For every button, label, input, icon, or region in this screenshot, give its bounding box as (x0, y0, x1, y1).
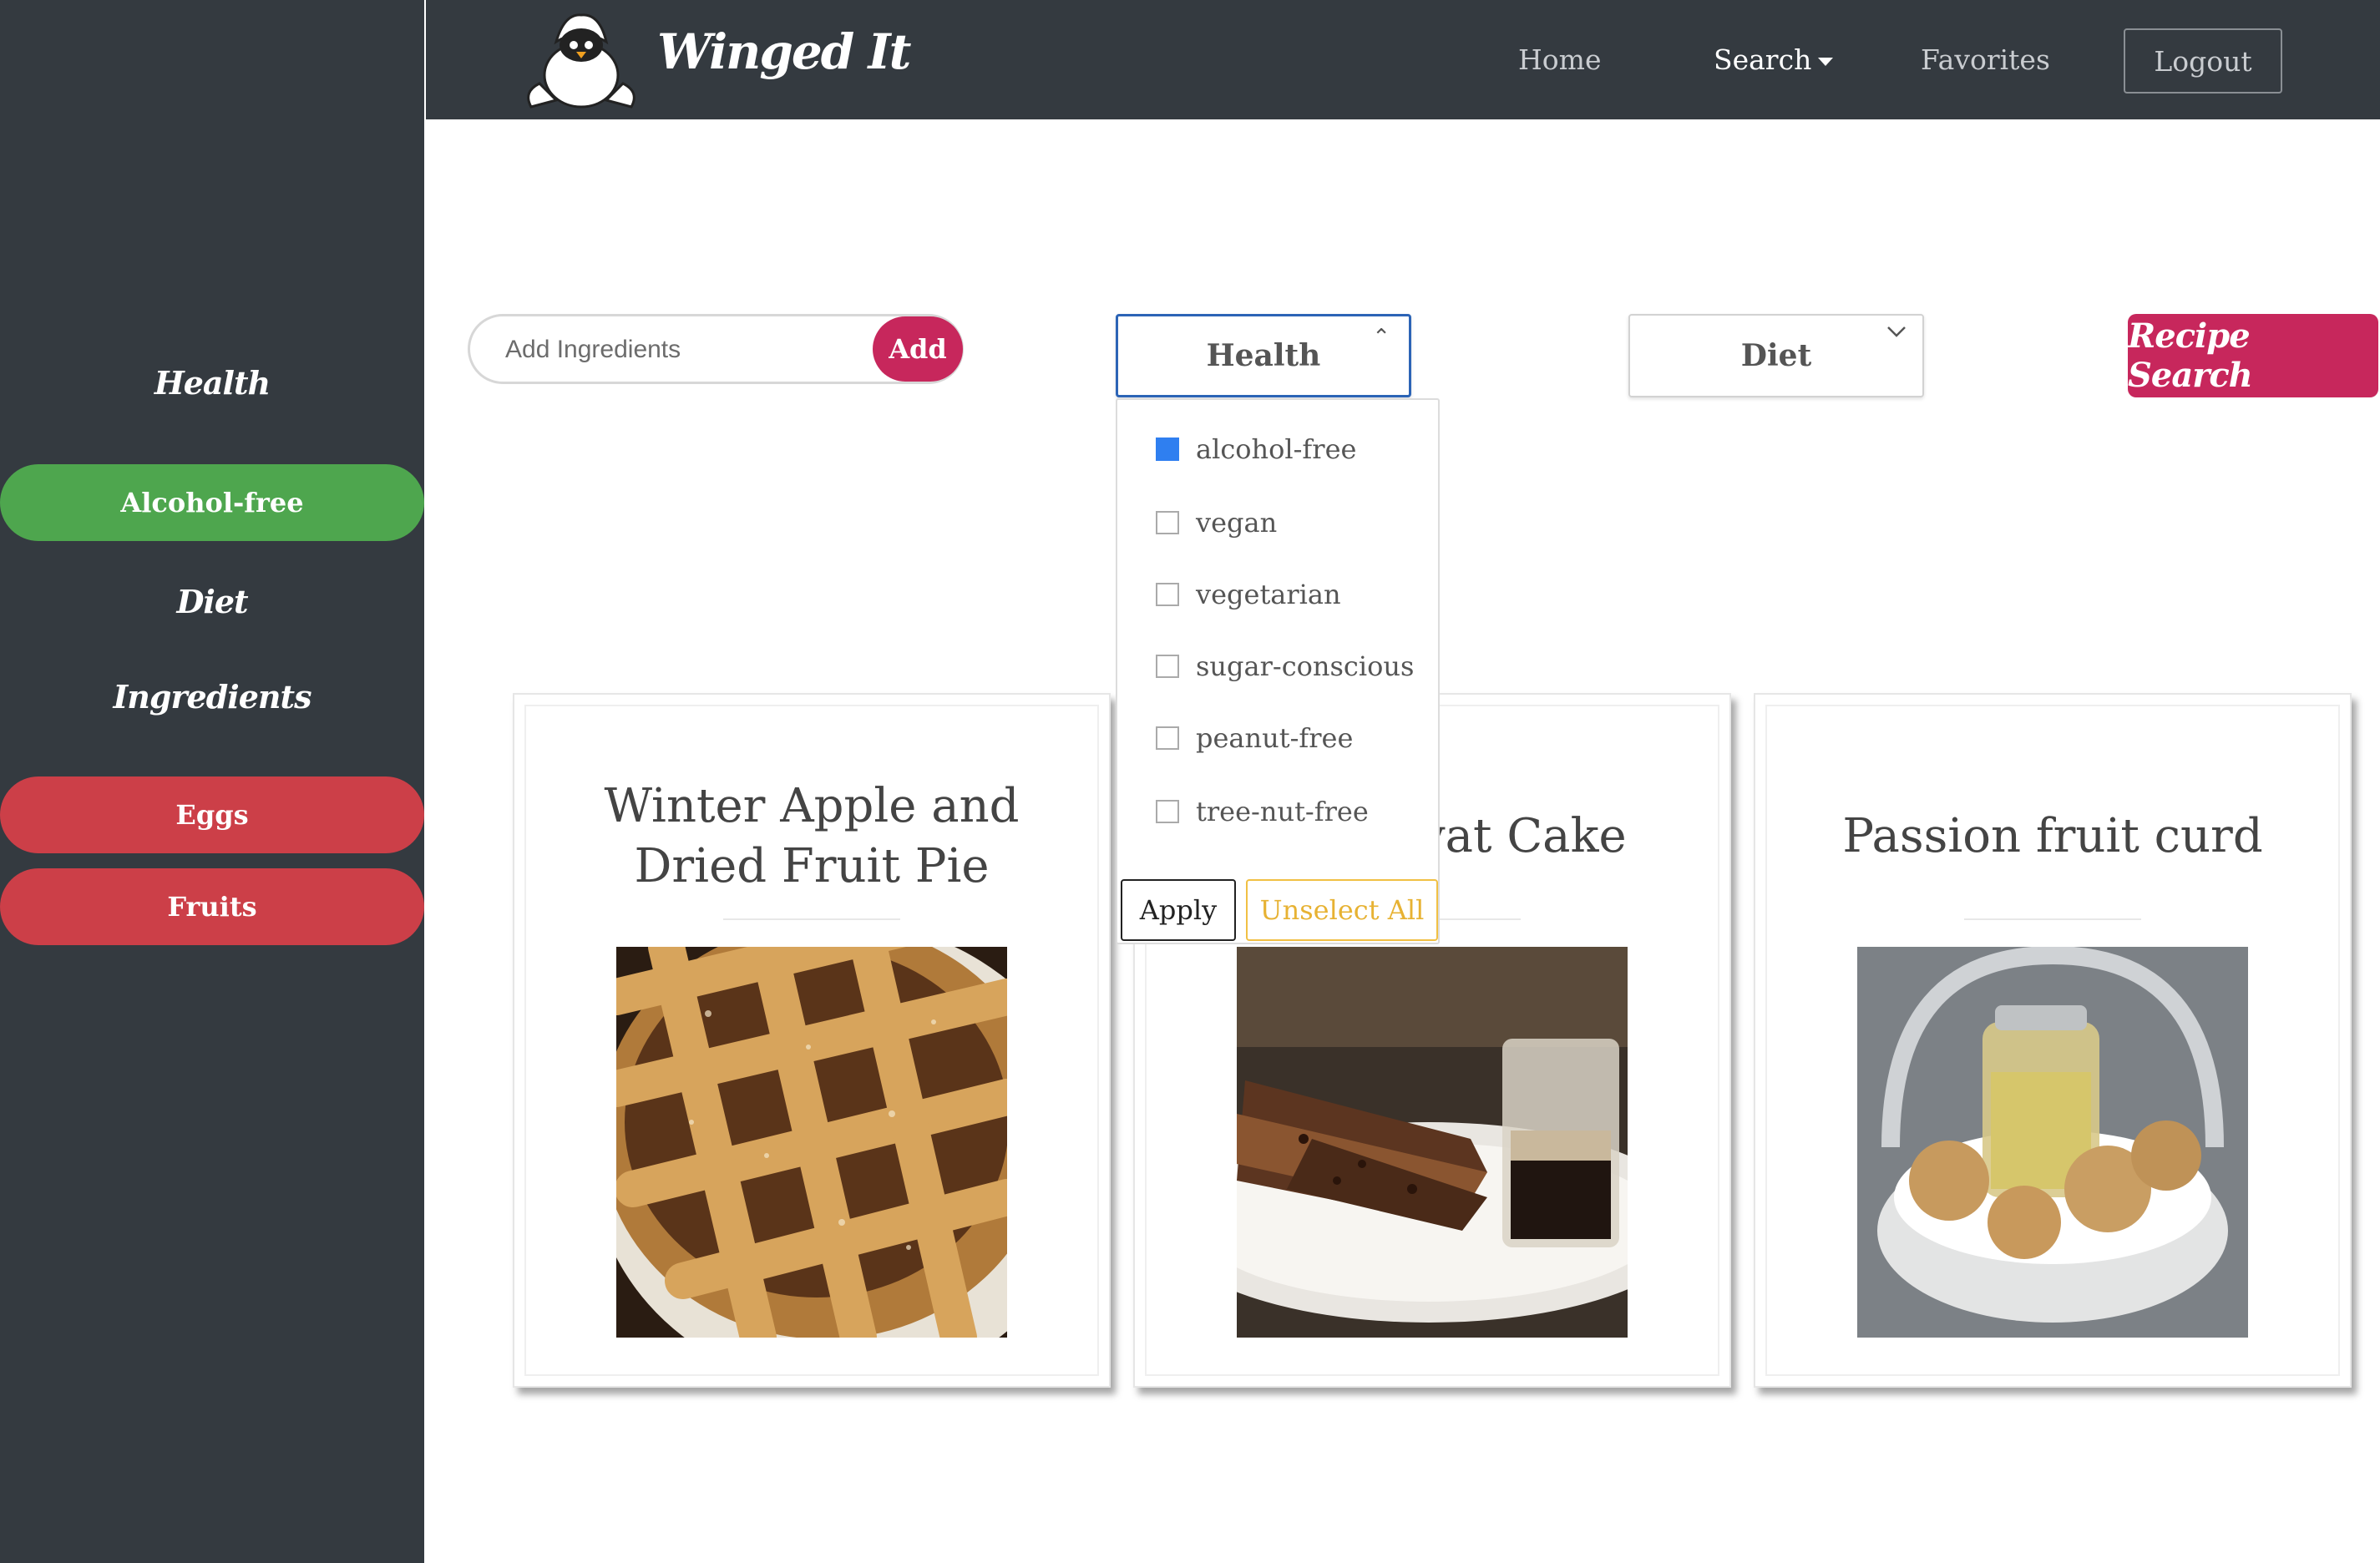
logout-button[interactable]: Logout (2124, 28, 2282, 94)
sidebar: Health Alcohol-free Diet Ingredients Egg… (0, 0, 424, 1563)
checkbox[interactable] (1156, 511, 1179, 534)
health-option-vegetarian[interactable]: vegetarian (1156, 579, 1341, 610)
health-dropdown-menu: alcohol-free vegan vegetarian sugar-cons… (1116, 398, 1440, 944)
health-option-peanut-free[interactable]: peanut-free (1156, 722, 1353, 754)
recipe-title: Winter Apple and Dried Fruit Pie (604, 779, 1020, 893)
divider (1964, 918, 2141, 920)
recipe-card[interactable]: Winter Apple and Dried Fruit Pie (513, 693, 1111, 1388)
navbar: Winged It Home Search Favorites Logout (426, 0, 2380, 119)
sidebar-ingredients-heading: Ingredients (113, 678, 312, 716)
sidebar-health-heading: Health (154, 364, 271, 402)
health-dropdown-label: Health (1206, 338, 1321, 373)
health-option-alcohol-free[interactable]: alcohol-free (1156, 433, 1356, 465)
ingredient-tag-eggs[interactable]: Eggs (0, 776, 424, 853)
add-ingredient-button[interactable]: Add (873, 316, 963, 382)
apply-button[interactable]: Apply (1121, 879, 1236, 941)
health-option-vegan[interactable]: vegan (1156, 507, 1277, 539)
ingredient-tag-fruits[interactable]: Fruits (0, 868, 424, 945)
health-dropdown-button[interactable]: Health ⌃ (1116, 314, 1411, 397)
brand-name[interactable]: Winged It (657, 23, 911, 80)
health-option-tree-nut-free[interactable]: tree-nut-free (1156, 796, 1369, 827)
ingredients-input[interactable] (504, 326, 891, 373)
caret-down-icon (1818, 58, 1834, 66)
option-label: tree-nut-free (1196, 796, 1369, 827)
nav-home[interactable]: Home (1518, 43, 1601, 76)
nav-search-label: Search (1714, 43, 1812, 76)
unselect-all-button[interactable]: Unselect All (1246, 879, 1438, 941)
recipe-card[interactable]: Passion fruit curd (1754, 693, 2352, 1388)
diet-dropdown-button[interactable]: Diet (1628, 314, 1924, 397)
option-label: vegetarian (1196, 579, 1341, 610)
penguin-logo-icon[interactable] (523, 8, 640, 110)
chevron-up-icon: ⌃ (1372, 325, 1390, 350)
checkbox[interactable] (1156, 655, 1179, 678)
recipe-title: Passion fruit curd (1842, 809, 2263, 863)
checkbox-checked[interactable] (1156, 438, 1179, 461)
diet-dropdown-label: Diet (1740, 338, 1812, 373)
option-label: vegan (1196, 507, 1278, 539)
health-option-sugar-conscious[interactable]: sugar-conscious (1156, 650, 1414, 682)
recipe-image-curd[interactable] (1857, 947, 2248, 1338)
checkbox[interactable] (1156, 726, 1179, 750)
option-label: peanut-free (1196, 722, 1354, 754)
chevron-down-icon (1887, 326, 1906, 337)
health-tag-alcohol-free[interactable]: Alcohol-free (0, 464, 424, 541)
checkbox[interactable] (1156, 583, 1179, 606)
nav-favorites[interactable]: Favorites (1921, 43, 2050, 76)
nav-search-dropdown[interactable]: Search (1714, 43, 1834, 76)
recipe-search-button[interactable]: Recipe Search (2128, 314, 2378, 397)
checkbox[interactable] (1156, 800, 1179, 823)
option-label: alcohol-free (1196, 433, 1357, 465)
sidebar-diet-heading: Diet (176, 583, 248, 620)
recipe-image-pie[interactable] (616, 947, 1007, 1338)
option-label: sugar-conscious (1196, 650, 1415, 682)
divider (723, 918, 900, 920)
recipe-image-cake[interactable] (1237, 947, 1628, 1338)
